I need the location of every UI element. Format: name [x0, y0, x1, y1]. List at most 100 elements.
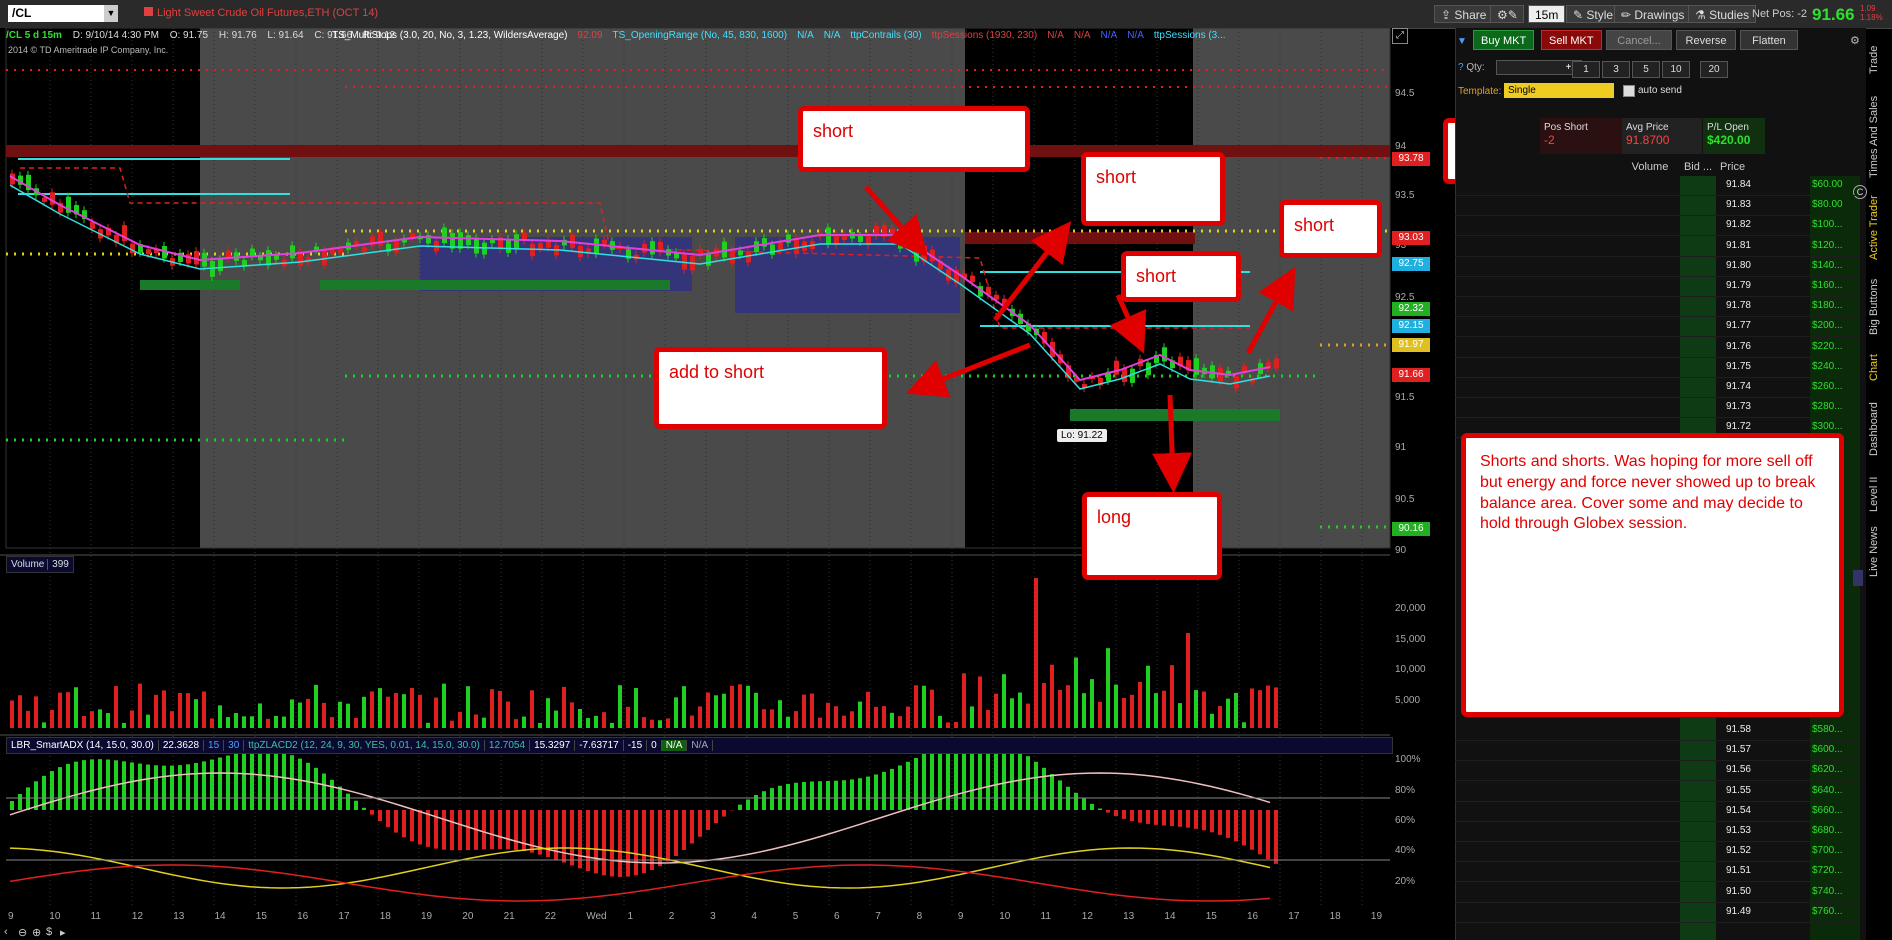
ladder-row[interactable]: 91.51 $720... — [1455, 861, 1860, 883]
settings-icon[interactable]: ⚙ — [1850, 34, 1860, 47]
ladder-row[interactable]: 91.55 $640... — [1455, 781, 1860, 802]
study-label[interactable]: N/A — [795, 30, 816, 41]
adx-bar — [154, 765, 158, 810]
qty-preset-button[interactable]: 5 — [1632, 61, 1660, 78]
side-tab[interactable]: Chart — [1868, 348, 1892, 388]
adx-study-label[interactable]: -15 — [623, 740, 648, 751]
adx-study-label[interactable]: 12.7054 — [484, 740, 531, 751]
volume-bar — [242, 716, 246, 728]
side-tab[interactable]: Times And Sales — [1868, 92, 1892, 182]
adx-study-label[interactable]: -7.63717 — [575, 740, 624, 751]
ladder-row[interactable]: 91.52 $700... — [1455, 841, 1860, 863]
ladder-pl: $140... — [1812, 259, 1843, 271]
adx-study-label[interactable]: 30 — [224, 740, 245, 751]
reverse-button[interactable]: Reverse — [1676, 30, 1736, 50]
adx-bar — [842, 780, 846, 810]
qty-input[interactable]: +2 — [1496, 60, 1582, 75]
ladder-row[interactable]: 91.50 $740... — [1455, 882, 1860, 903]
play-icon[interactable]: ▸ — [60, 926, 66, 939]
callout-long: long — [1082, 492, 1222, 580]
flatten-button[interactable]: Flatten — [1740, 30, 1798, 50]
ladder-row[interactable]: 91.74 $260... — [1455, 377, 1860, 398]
ladder-row[interactable]: 91.83 $80.00 — [1455, 195, 1860, 217]
qty-preset-button[interactable]: 1 — [1572, 61, 1600, 78]
ladder-row[interactable]: 91.75 $240... — [1455, 357, 1860, 378]
ladder-row[interactable]: 91.76 $220... — [1455, 337, 1860, 358]
side-tab[interactable]: Trade — [1868, 30, 1892, 90]
ladder-row[interactable]: 91.54 $660... — [1455, 801, 1860, 822]
auto-send-checkbox[interactable] — [1623, 85, 1635, 97]
qty-preset-button[interactable]: 3 — [1602, 61, 1630, 78]
adx-study-label[interactable]: N/A — [661, 740, 688, 751]
ladder-row[interactable]: 91.77 $200... — [1455, 316, 1860, 338]
adx-study-label[interactable]: 0 — [647, 740, 662, 751]
ladder-row[interactable]: 91.81 $120... — [1455, 236, 1860, 257]
scroll-left-icon[interactable]: ‹ — [4, 926, 8, 938]
study-label[interactable]: N/A — [1045, 30, 1066, 41]
study-label[interactable]: N/A — [1072, 30, 1093, 41]
adx-study-label[interactable]: 22.3628 — [158, 740, 205, 751]
ladder-row[interactable]: 91.84 $60.00 — [1455, 175, 1860, 196]
symbol-input[interactable]: /CL ▼ — [8, 5, 118, 22]
zoom-out-icon[interactable]: ⊖ — [18, 926, 27, 939]
help-icon[interactable]: ? — [1458, 62, 1464, 73]
volume-bar — [730, 685, 734, 728]
study-label[interactable]: ttpSessions (1930, 230) — [930, 30, 1040, 41]
buy-market-button[interactable]: Buy MKT — [1473, 30, 1535, 50]
ladder-pl: $600... — [1812, 744, 1843, 756]
study-label[interactable]: N/A — [1125, 30, 1146, 41]
adx-study-label[interactable]: 15 — [204, 740, 225, 751]
adx-study-label[interactable]: LBR_SmartADX (14, 15.0, 30.0) — [7, 740, 159, 751]
ladder-row[interactable]: 91.58 $580... — [1455, 720, 1860, 741]
adx-bar — [306, 762, 310, 810]
study-label[interactable]: TS_MultiStops (3.0, 20, No, 3, 1.23, Wil… — [330, 30, 569, 41]
dollar-icon[interactable]: $ — [46, 926, 52, 938]
cancel-button[interactable]: Cancel... — [1606, 30, 1672, 50]
adx-bar — [450, 810, 454, 851]
study-label[interactable]: TS_OpeningRange (No, 45, 830, 1600) — [611, 30, 790, 41]
side-tab[interactable]: Dashboard — [1868, 396, 1892, 462]
ladder-row[interactable]: 91.57 $600... — [1455, 740, 1860, 762]
side-tab[interactable]: Big Buttons — [1868, 272, 1892, 342]
collapse-icon[interactable]: ▼ — [1457, 36, 1467, 47]
study-label[interactable]: ttpSessions (3... — [1152, 30, 1228, 41]
scrollbar-thumb[interactable] — [1853, 570, 1863, 586]
adx-bar — [218, 757, 222, 810]
ladder-row[interactable]: 91.79 $160... — [1455, 276, 1860, 297]
adx-study-label[interactable]: ttpZLACD2 (12, 24, 9, 30, YES, 0.01, 14,… — [244, 740, 485, 751]
candle-body — [1130, 368, 1135, 383]
expand-icon[interactable]: ⤢ — [1392, 28, 1408, 44]
adx-study-label[interactable]: N/A — [687, 740, 714, 751]
share-button[interactable]: ⇪ Share — [1434, 5, 1494, 23]
drawings-button[interactable]: ✏ Drawings — [1614, 5, 1692, 23]
ladder-row[interactable]: 91.73 $280... — [1455, 397, 1860, 419]
zoom-in-icon[interactable]: ⊕ — [32, 926, 41, 939]
ladder-row[interactable]: 91.80 $140... — [1455, 256, 1860, 277]
candle-body — [290, 245, 295, 259]
ladder-row[interactable]: 91.78 $180... — [1455, 296, 1860, 318]
volume-bar — [754, 692, 758, 728]
study-label[interactable]: ttpContrails (30) — [848, 30, 923, 41]
study-label[interactable]: 92.09 — [575, 30, 604, 41]
studies-button[interactable]: ⚗ Studies — [1688, 5, 1757, 23]
side-tab[interactable]: Live News — [1868, 524, 1892, 580]
ladder-row[interactable]: 91.82 $100... — [1455, 215, 1860, 237]
sell-market-button[interactable]: Sell MKT — [1541, 30, 1602, 50]
volume-bar — [306, 698, 310, 728]
study-label[interactable]: N/A — [822, 30, 843, 41]
ladder-row[interactable]: 91.56 $620... — [1455, 760, 1860, 782]
adx-study-label[interactable]: 15.3297 — [530, 740, 576, 751]
side-tab[interactable]: Level II — [1868, 470, 1892, 518]
study-label[interactable]: N/A — [1099, 30, 1120, 41]
interval-selector[interactable]: 15m — [1528, 5, 1566, 23]
ladder-row[interactable]: 91.53 $680... — [1455, 821, 1860, 842]
tools-icon[interactable]: ⚙✎ — [1490, 5, 1524, 23]
qty-preset-button[interactable]: 10 — [1662, 61, 1690, 78]
style-button[interactable]: ✎ Style — [1566, 5, 1621, 23]
qty-preset-button[interactable]: 20 — [1700, 61, 1728, 78]
chevron-down-icon[interactable]: ▼ — [104, 5, 118, 22]
ladder-row[interactable]: 91.49 $760... — [1455, 902, 1860, 923]
support-zone — [320, 280, 670, 290]
template-select[interactable]: Single — [1504, 83, 1614, 98]
side-tab[interactable]: Active Trader — [1868, 188, 1892, 268]
